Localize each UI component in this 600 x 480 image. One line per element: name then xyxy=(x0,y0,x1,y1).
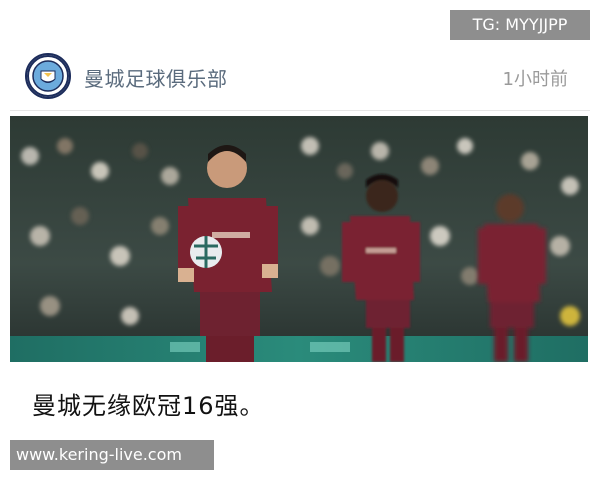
account-name[interactable]: 曼城足球俱乐部 xyxy=(84,63,228,92)
post-timestamp: 1小时前 xyxy=(502,69,568,90)
header-divider xyxy=(10,110,590,111)
post-caption: 曼城无缘欧冠16强。 xyxy=(32,392,265,420)
top-watermark-tag: TG: MYYJJPP xyxy=(450,10,590,40)
post-header: 曼城足球俱乐部 1小时前 xyxy=(0,45,600,109)
manchester-city-crest-icon xyxy=(27,55,69,97)
account-avatar[interactable] xyxy=(25,53,71,99)
post-photo[interactable] xyxy=(10,116,588,362)
bottom-watermark-url: www.kering-live.com xyxy=(10,440,214,470)
players-photo-illustration xyxy=(10,116,588,362)
